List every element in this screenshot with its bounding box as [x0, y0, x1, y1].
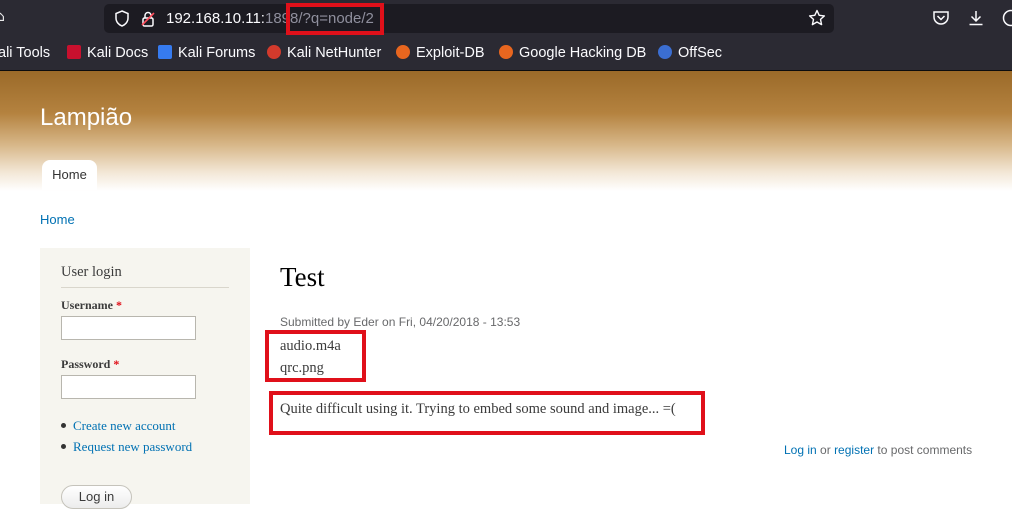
login-button[interactable]: Log in — [61, 485, 132, 509]
breadcrumb[interactable]: Home — [40, 212, 75, 227]
lock-icon[interactable] — [140, 10, 156, 27]
list-item: Create new account — [61, 418, 176, 434]
download-icon[interactable] — [967, 9, 985, 27]
bookmark-kali-forums[interactable]: Kali Forums — [158, 44, 255, 62]
comment-register-link[interactable]: register — [834, 443, 874, 457]
address-bar[interactable]: 192.168.10.11:1898/?q=node/2 — [104, 4, 834, 33]
password-label: Password * — [61, 357, 119, 372]
bookmark-offsec[interactable]: OffSec — [658, 44, 722, 62]
username-field[interactable] — [61, 316, 196, 340]
shield-icon[interactable] — [114, 10, 130, 27]
comment-or: or — [820, 443, 831, 457]
required-mark: * — [113, 357, 119, 371]
bookmark-kali-docs[interactable]: Kali Docs — [67, 44, 148, 62]
bookmark-star-icon[interactable] — [808, 9, 826, 27]
site-header: Lampião Home — [0, 71, 1012, 191]
bookmark-kali-tools[interactable]: ali Tools — [0, 44, 50, 62]
username-label-text: Username — [61, 298, 113, 312]
required-mark: * — [116, 298, 122, 312]
attachment-link[interactable]: qrc.png — [280, 360, 324, 377]
bookmark-label: OffSec — [678, 45, 722, 61]
url-text[interactable]: 192.168.10.11:1898/?q=node/2 — [166, 10, 374, 27]
kali-forums-icon — [158, 45, 172, 59]
bookmark-label: Google Hacking DB — [519, 45, 646, 61]
user-login-block: User login Username * Password * Create … — [40, 248, 250, 504]
bookmark-kali-nethunter[interactable]: Kali NetHunter — [267, 44, 381, 62]
bullet — [61, 444, 66, 449]
pocket-icon[interactable] — [932, 9, 950, 27]
list-item: Request new password — [61, 439, 192, 455]
url-port: 1898 — [265, 10, 298, 27]
bookmark-label: Exploit-DB — [416, 45, 485, 61]
bookmark-exploit-db[interactable]: Exploit-DB — [396, 44, 485, 62]
bookmark-label: Kali Docs — [87, 45, 148, 61]
account-icon[interactable] — [1002, 9, 1012, 27]
node-body: Quite difficult using it. Trying to embe… — [280, 401, 676, 418]
divider — [61, 287, 229, 288]
google-hacking-db-icon — [499, 45, 513, 59]
browser-chrome: ⌂ 192.168.10.11:1898/?q=node/2 ali Tools… — [0, 0, 1012, 71]
url-path: /?q=node/2 — [298, 10, 374, 27]
submitted-by: Submitted by Eder on Fri, 04/20/2018 - 1… — [280, 315, 520, 329]
site-name[interactable]: Lampião — [40, 104, 132, 132]
page-title: Test — [280, 262, 325, 293]
url-host: 192.168.10.11: — [166, 10, 265, 27]
comment-suffix: to post comments — [877, 443, 972, 457]
create-account-link[interactable]: Create new account — [73, 418, 176, 433]
offsec-icon — [658, 45, 672, 59]
comment-login-link[interactable]: Log in — [784, 443, 817, 457]
exploit-db-icon — [396, 45, 410, 59]
block-title: User login — [61, 264, 122, 281]
request-password-link[interactable]: Request new password — [73, 439, 192, 454]
kali-docs-icon — [67, 45, 81, 59]
comment-links: Log in or register to post comments — [784, 443, 972, 457]
bookmark-label: ali Tools — [0, 45, 50, 61]
home-icon[interactable]: ⌂ — [0, 9, 10, 27]
username-label: Username * — [61, 298, 122, 313]
bookmark-google-hacking-db[interactable]: Google Hacking DB — [499, 44, 646, 62]
password-label-text: Password — [61, 357, 110, 371]
bookmarks-toolbar: ali Tools Kali Docs Kali Forums Kali Net… — [0, 40, 1012, 66]
bookmark-label: Kali Forums — [178, 45, 255, 61]
bullet — [61, 423, 66, 428]
kali-nethunter-icon — [267, 45, 281, 59]
attachment-link[interactable]: audio.m4a — [280, 338, 341, 355]
bookmark-label: Kali NetHunter — [287, 45, 381, 61]
tab-home[interactable]: Home — [42, 160, 97, 190]
password-field[interactable] — [61, 375, 196, 399]
